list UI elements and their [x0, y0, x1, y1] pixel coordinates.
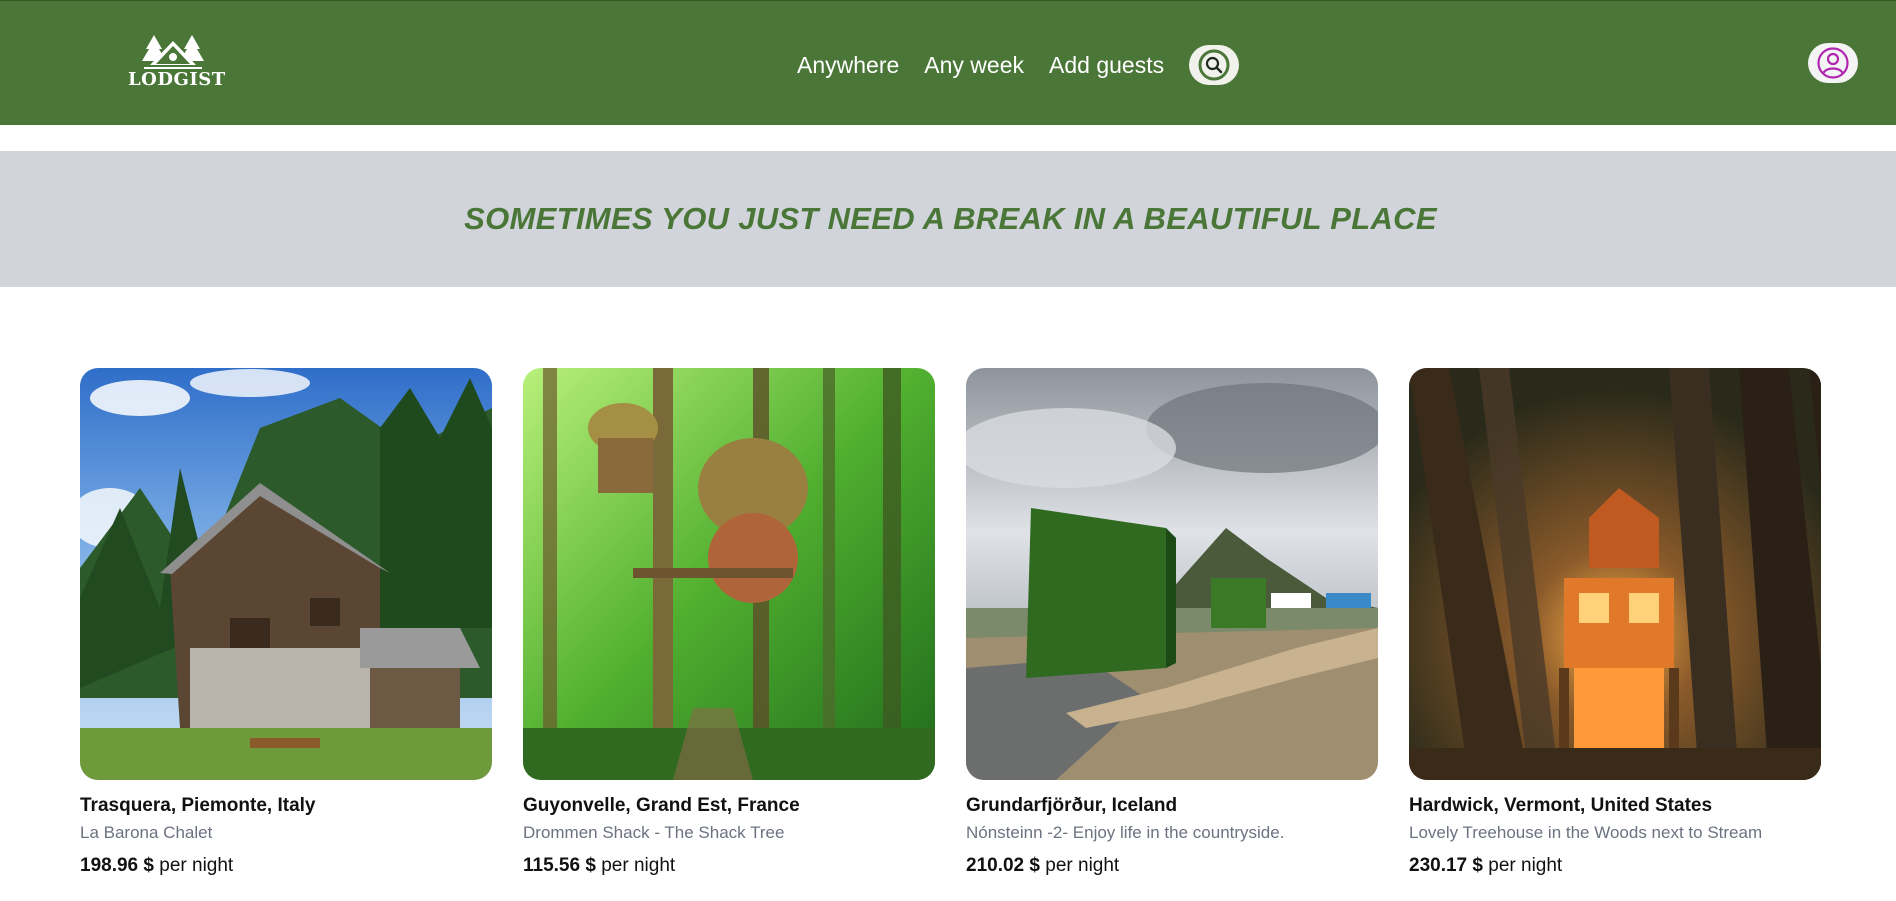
search-icon [1198, 49, 1230, 81]
user-circle-icon [1817, 47, 1849, 79]
price-unit: per night [1045, 855, 1120, 876]
nav-any-week[interactable]: Any week [924, 52, 1024, 79]
listing-grid: Trasquera, Piemonte, Italy La Barona Cha… [80, 368, 1821, 877]
search-button[interactable] [1189, 45, 1240, 85]
banner-headline: SOMETIMES YOU JUST NEED A BREAK IN A BEA… [464, 201, 1437, 236]
price-currency: $ [143, 855, 154, 876]
nav-add-guests[interactable]: Add guests [1049, 52, 1164, 79]
price-unit: per night [601, 855, 676, 876]
price-value: 210.02 [966, 855, 1025, 876]
price-unit: per night [159, 855, 234, 876]
listing-photo[interactable] [1409, 368, 1821, 780]
listing-title: Lovely Treehouse in the Woods next to St… [1409, 823, 1763, 842]
listing-card[interactable]: Trasquera, Piemonte, Italy La Barona Cha… [80, 368, 492, 877]
nav-anywhere[interactable]: Anywhere [797, 52, 899, 79]
listing-card[interactable]: Guyonvelle, Grand Est, France Drommen Sh… [523, 368, 935, 877]
listing-card[interactable]: Hardwick, Vermont, United States Lovely … [1409, 368, 1821, 877]
listing-price: 210.02 $ per night [966, 855, 1378, 877]
listing-card[interactable]: Grundarfjörður, Iceland Nónsteinn -2- En… [966, 368, 1378, 877]
listing-price: 115.56 $ per night [523, 855, 935, 877]
listing-location: Trasquera, Piemonte, Italy [80, 795, 316, 816]
price-currency: $ [1029, 855, 1040, 876]
listing-price: 198.96 $ per night [80, 855, 492, 877]
hero-banner: SOMETIMES YOU JUST NEED A BREAK IN A BEA… [0, 151, 1896, 287]
price-unit: per night [1488, 855, 1563, 876]
price-value: 115.56 [523, 855, 581, 876]
user-menu-button[interactable] [1808, 43, 1858, 83]
price-value: 198.96 [80, 855, 139, 876]
listing-title: Drommen Shack - The Shack Tree [523, 823, 785, 842]
listing-title: Nónsteinn -2- Enjoy life in the countrys… [966, 823, 1285, 842]
listing-photo[interactable] [80, 368, 492, 780]
logo-text: LODGIST [128, 69, 226, 90]
logo[interactable]: LODGIST [128, 31, 226, 93]
listing-location: Grundarfjörður, Iceland [966, 795, 1178, 816]
price-currency: $ [1472, 855, 1483, 876]
listing-photo[interactable] [523, 368, 935, 780]
top-navbar: LODGIST Anywhere Any week Add guests [0, 0, 1896, 125]
search-bar: Anywhere Any week Add guests [797, 45, 1240, 85]
price-currency: $ [585, 855, 596, 876]
listing-location: Guyonvelle, Grand Est, France [523, 795, 800, 816]
listing-photo[interactable] [966, 368, 1378, 780]
listing-title: La Barona Chalet [80, 823, 213, 842]
listing-price: 230.17 $ per night [1409, 855, 1821, 877]
listing-location: Hardwick, Vermont, United States [1409, 795, 1713, 816]
cabin-trees-icon [142, 35, 204, 69]
price-value: 230.17 [1409, 855, 1468, 876]
